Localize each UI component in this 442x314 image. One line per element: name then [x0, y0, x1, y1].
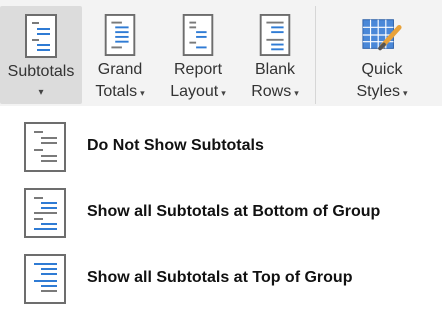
report-layout-label-text: Layout	[170, 83, 219, 100]
blank-rows-label-line1: Blank	[254, 61, 296, 78]
grand-totals-label-text: Totals	[95, 83, 138, 100]
blank-rows-button[interactable]: Blank Rows ▾	[242, 6, 308, 104]
report-layout-button[interactable]: Report Layout ▾	[160, 6, 236, 104]
blank-rows-icon	[259, 14, 291, 56]
menu-item-show-subtotals-top[interactable]: Show all Subtotals at Top of Group	[0, 246, 442, 310]
subtotals-bottom-icon	[24, 188, 66, 238]
chevron-down-icon: ▾	[221, 88, 226, 98]
quick-styles-label-line2: Styles ▾	[356, 81, 407, 104]
menu-item-label: Do Not Show Subtotals	[87, 137, 264, 154]
grand-totals-label-line2: Totals ▾	[95, 81, 144, 104]
subtotals-button[interactable]: Subtotals ▾	[0, 6, 82, 104]
blank-rows-label-line2: Rows ▾	[251, 81, 299, 104]
report-layout-label-line2: Layout ▾	[170, 81, 226, 104]
chevron-down-icon: ▾	[140, 88, 145, 98]
report-layout-label-line1: Report	[173, 61, 223, 78]
subtotals-top-icon	[24, 254, 66, 304]
quick-styles-icon	[362, 19, 402, 51]
no-subtotals-icon	[24, 122, 66, 172]
blank-rows-label-text: Rows	[251, 83, 292, 100]
menu-item-label: Show all Subtotals at Top of Group	[87, 269, 353, 286]
ribbon: Subtotals ▾ Grand Totals ▾ Report Layout ▾	[0, 0, 442, 106]
subtotals-icon	[25, 14, 57, 58]
chevron-down-icon: ▾	[38, 87, 44, 98]
menu-item-do-not-show-subtotals[interactable]: Do Not Show Subtotals	[0, 114, 442, 178]
ribbon-separator	[315, 6, 316, 104]
grand-totals-icon	[104, 14, 136, 56]
subtotals-label: Subtotals	[7, 63, 75, 80]
chevron-down-icon: ▾	[294, 88, 299, 98]
grand-totals-label-line1: Grand	[97, 61, 143, 78]
subtotals-dropdown-menu: Do Not Show Subtotals Show all Subtotals…	[0, 106, 442, 314]
quick-styles-label-text: Styles	[356, 83, 401, 100]
menu-item-label: Show all Subtotals at Bottom of Group	[87, 203, 381, 220]
chevron-down-icon: ▾	[403, 88, 408, 98]
quick-styles-button[interactable]: Quick Styles ▾	[346, 6, 418, 104]
menu-item-show-subtotals-bottom[interactable]: Show all Subtotals at Bottom of Group	[0, 180, 442, 244]
grand-totals-button[interactable]: Grand Totals ▾	[86, 6, 154, 104]
report-layout-icon	[182, 14, 214, 56]
quick-styles-label-line1: Quick	[361, 61, 403, 78]
